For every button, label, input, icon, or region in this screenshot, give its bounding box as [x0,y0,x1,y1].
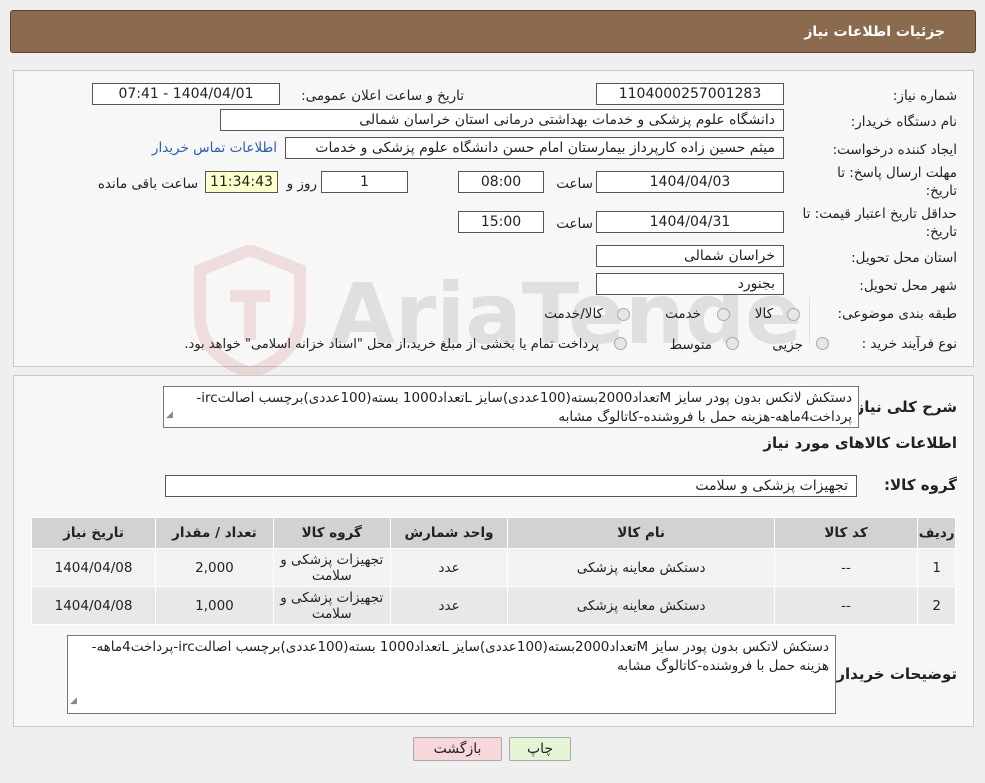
requester-field: میثم حسین زاده کارپرداز بیمارستان امام ح… [285,137,784,159]
remaining-label: ساعت باقی مانده [97,176,198,192]
buyer-notes-text: دستکش لاتکس بدون پودر سایز Mتعداد2000بست… [91,639,829,674]
category-option-goods-service: کالا/خدمت [544,306,603,322]
cell-group: تجهیزات پزشکی و سلامت [272,548,391,587]
days-remaining-field: 1 [321,171,408,193]
city-field: بجنورد [596,273,784,295]
category-radio-service[interactable] [717,308,730,321]
cell-qty: 2,000 [155,548,274,587]
category-label: طبقه بندی موضوعی: [837,306,957,322]
deadline-label: مهلت ارسال پاسخ: تا [837,165,957,181]
validity-label-2: تاریخ: [925,224,957,240]
deadline-date-field: 1404/04/03 [596,171,784,193]
back-button[interactable]: بازگشت [413,737,502,761]
deadline-time-label: ساعت [556,176,593,192]
cell-name: دستکش معاینه پزشکی [507,548,775,587]
cell-row-number: 1 [917,548,956,587]
days-label: روز و [286,176,317,192]
summary-text: دستکش لاتکس بدون پودر سایز Mتعداد2000بست… [196,390,852,425]
need-number-label: شماره نیاز: [892,88,957,104]
goods-table: ردیف کد کالا نام کالا واحد شمارش گروه کا… [30,517,956,625]
cell-unit: عدد [389,548,509,587]
goods-info-title: اطلاعات کالاهای مورد نیاز [763,434,957,452]
province-label: استان محل تحویل: [851,250,957,266]
summary-label: شرح کلی نیاز: [849,398,957,416]
process-radio-medium[interactable] [726,337,739,350]
table-header-row: ردیف کد کالا نام کالا واحد شمارش گروه کا… [30,517,956,549]
process-radio-minor[interactable] [816,337,829,350]
table-row[interactable]: 1 -- دستکش معاینه پزشکی عدد تجهیزات پزشک… [30,548,956,587]
buyer-notes-label: توضیحات خریدار: [830,665,957,683]
buyer-org-field: دانشگاه علوم پزشکی و خدمات بهداشتی درمان… [220,109,784,131]
cell-group: تجهیزات پزشکی و سلامت [272,586,391,625]
page-header: جزئیات اطلاعات نیاز [10,10,976,53]
print-button[interactable]: چاپ [509,737,571,761]
cell-row-number: 2 [917,586,956,625]
cell-date: 1404/04/08 [30,586,157,625]
goods-group-field: تجهیزات پزشکی و سلامت [165,475,857,497]
process-option-minor: جزیی [772,337,803,353]
need-number-field: 1104000257001283 [596,83,784,105]
validity-label: حداقل تاریخ اعتبار قیمت: تا [802,206,957,222]
category-radio-goods-service[interactable] [617,308,630,321]
buyer-org-label: نام دستگاه خریدار: [850,114,957,130]
goods-group-label: گروه کالا: [884,476,957,494]
cell-name: دستکش معاینه پزشکی [507,586,775,625]
city-label: شهر محل تحویل: [859,278,957,294]
col-header-qty: تعداد / مقدار [155,517,274,549]
cell-date: 1404/04/08 [30,548,157,587]
validity-date-field: 1404/04/31 [596,211,784,233]
remaining-time-field: 11:34:43 [205,171,278,193]
col-header-code: کد کالا [773,517,919,549]
resize-grip-icon[interactable]: ◢ [166,406,173,425]
col-header-group: گروه کالا [272,517,391,549]
process-label: نوع فرآیند خرید : [861,336,957,352]
validity-time-field: 15:00 [458,211,544,233]
province-field: خراسان شمالی [596,245,784,267]
deadline-time-field: 08:00 [458,171,544,193]
cell-code: -- [773,548,919,587]
summary-textarea[interactable]: دستکش لاتکس بدون پودر سایز Mتعداد2000بست… [163,386,859,428]
col-header-row-number: ردیف [917,517,956,549]
table-row[interactable]: 2 -- دستکش معاینه پزشکی عدد تجهیزات پزشک… [30,586,956,625]
category-radio-goods[interactable] [787,308,800,321]
announce-label: تاریخ و ساعت اعلان عمومی: [301,88,464,104]
category-option-goods: کالا [754,306,773,322]
resize-grip-icon[interactable]: ◢ [70,692,77,711]
buyer-contact-link[interactable]: اطلاعات تماس خریدار [152,140,277,156]
announce-field: 1404/04/01 - 07:41 [92,83,280,105]
category-option-service: خدمت [665,306,701,322]
requester-label: ایجاد کننده درخواست: [832,142,957,158]
col-header-unit: واحد شمارش [389,517,509,549]
process-note: پرداخت تمام یا بخشی از مبلغ خرید،از محل … [184,337,599,352]
buyer-notes-textarea[interactable]: دستکش لاتکس بدون پودر سایز Mتعداد2000بست… [67,635,836,714]
process-radio-treasury[interactable] [614,337,627,350]
page-title: جزئیات اطلاعات نیاز [804,24,945,40]
col-header-date: تاریخ نیاز [30,517,157,549]
validity-time-label: ساعت [556,216,593,232]
cell-qty: 1,000 [155,586,274,625]
deadline-label-2: تاریخ: [925,183,957,199]
col-header-name: نام کالا [507,517,775,549]
cell-unit: عدد [389,586,509,625]
cell-code: -- [773,586,919,625]
process-option-medium: متوسط [669,337,712,353]
